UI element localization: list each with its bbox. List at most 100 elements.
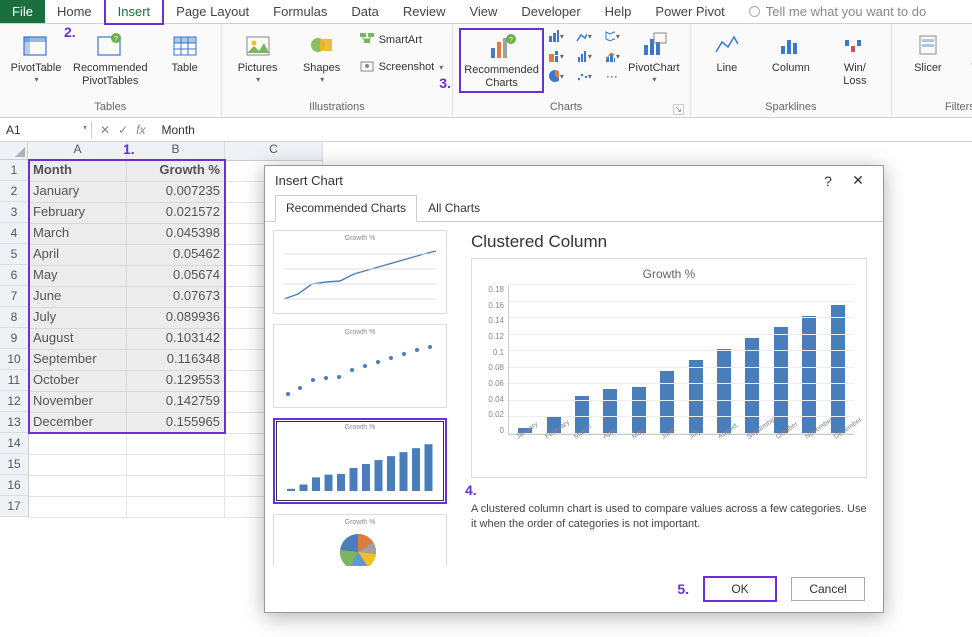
cell[interactable]: May [29,266,127,287]
sparkline-column-button[interactable]: Column [761,28,821,77]
row-header-7[interactable]: 7 [0,286,28,307]
recommended-charts-button[interactable]: ? Recommended Charts 3. [459,28,544,93]
cell[interactable] [127,497,225,518]
cell[interactable]: 0.045398 [127,224,225,245]
tell-me[interactable]: Tell me what you want to do [737,0,938,23]
chart-style-icon[interactable]: ··· [604,68,620,84]
cell[interactable]: January [29,182,127,203]
row-header-12[interactable]: 12 [0,391,28,412]
cell[interactable] [29,434,127,455]
row-header-5[interactable]: 5 [0,244,28,265]
column-chart-icon[interactable] [548,28,564,44]
row-header-1[interactable]: 1 [0,160,28,181]
formula-input[interactable]: Month [153,121,972,139]
tab-formulas[interactable]: Formulas [261,0,339,23]
dialog-close-button[interactable]: ✕ [843,172,873,189]
cell[interactable] [127,434,225,455]
tab-review[interactable]: Review [391,0,458,23]
row-header-6[interactable]: 6 [0,265,28,286]
col-header-A[interactable]: A [29,142,127,160]
line-chart-icon[interactable] [576,28,592,44]
cell[interactable]: February [29,203,127,224]
tab-developer[interactable]: Developer [509,0,592,23]
tab-home[interactable]: Home [45,0,104,23]
row-header-3[interactable]: 3 [0,202,28,223]
enter-formula-icon[interactable]: ✓ [118,123,128,137]
cell[interactable]: December [29,413,127,434]
row-header-9[interactable]: 9 [0,328,28,349]
cell[interactable]: 0.089936 [127,308,225,329]
pivotchart-button[interactable]: PivotChart [624,28,684,86]
cell[interactable]: 0.07673 [127,287,225,308]
tab-view[interactable]: View [457,0,509,23]
tab-insert[interactable]: Insert [104,0,165,25]
screenshot-button[interactable]: Screenshot [356,56,447,80]
col-header-C[interactable]: C [225,142,323,160]
tab-data[interactable]: Data [339,0,390,23]
smartart-button[interactable]: SmartArt [356,28,447,52]
combo-chart-icon[interactable] [604,48,620,64]
cell[interactable] [127,455,225,476]
cell[interactable]: 0.155965 [127,413,225,434]
cell[interactable]: September [29,350,127,371]
cell-header[interactable]: Growth % [127,161,225,182]
thumb-pie-chart[interactable]: Growth % [273,514,447,566]
row-header-15[interactable]: 15 [0,454,28,475]
fx-icon[interactable]: fx [136,123,145,137]
select-all-corner[interactable] [0,142,28,160]
cell[interactable]: 0.103142 [127,329,225,350]
thumb-scatter-chart[interactable]: Growth % [273,324,447,408]
cell[interactable]: October [29,371,127,392]
row-header-17[interactable]: 17 [0,496,28,517]
cancel-formula-icon[interactable]: ✕ [100,123,110,137]
pivottable-button[interactable]: PivotTable [6,28,66,86]
pie-chart-icon[interactable] [548,68,564,84]
row-header-14[interactable]: 14 [0,433,28,454]
charts-dialog-launcher[interactable]: ↘ [673,104,684,115]
tab-help[interactable]: Help [593,0,644,23]
row-header-2[interactable]: 2 [0,181,28,202]
dialog-help-button[interactable]: ? [813,173,843,189]
cancel-button[interactable]: Cancel [791,577,865,601]
tab-recommended-charts[interactable]: Recommended Charts [275,195,417,222]
scatter-chart-icon[interactable] [576,68,592,84]
cell[interactable]: August [29,329,127,350]
cell[interactable]: 0.007235 [127,182,225,203]
ok-button[interactable]: OK [703,576,777,602]
cell[interactable]: 0.129553 [127,371,225,392]
table-button[interactable]: Table [155,28,215,77]
cell[interactable] [29,455,127,476]
name-box[interactable]: A1 [0,121,92,139]
sparkline-winloss-button[interactable]: Win/ Loss [825,28,885,89]
recommended-pivottables-button[interactable]: ? Recommended PivotTables 2. [70,28,151,89]
hierarchy-chart-icon[interactable] [548,48,564,64]
map-chart-icon[interactable] [604,28,620,44]
sparkline-line-button[interactable]: Line [697,28,757,77]
cell[interactable]: July [29,308,127,329]
col-header-B[interactable]: B [127,142,225,160]
cell-header[interactable]: Month [29,161,127,182]
cell[interactable]: 0.116348 [127,350,225,371]
cell[interactable]: 0.05462 [127,245,225,266]
shapes-button[interactable]: Shapes [292,28,352,86]
cell[interactable]: 0.021572 [127,203,225,224]
thumb-clustered-column[interactable]: Growth % [273,418,447,504]
cell[interactable]: April [29,245,127,266]
tab-all-charts[interactable]: All Charts [417,195,491,221]
cell[interactable]: March [29,224,127,245]
row-header-16[interactable]: 16 [0,475,28,496]
cell[interactable]: November [29,392,127,413]
pictures-button[interactable]: Pictures [228,28,288,86]
cell[interactable] [29,476,127,497]
slicer-button[interactable]: Slicer [898,28,958,77]
row-header-11[interactable]: 11 [0,370,28,391]
row-header-13[interactable]: 13 [0,412,28,433]
cell[interactable]: 0.142759 [127,392,225,413]
row-header-8[interactable]: 8 [0,307,28,328]
tab-power-pivot[interactable]: Power Pivot [643,0,736,23]
cell[interactable] [29,497,127,518]
timeline-button[interactable]: Timeline [962,28,972,77]
tab-file[interactable]: File [0,0,45,23]
row-header-10[interactable]: 10 [0,349,28,370]
tab-page-layout[interactable]: Page Layout [164,0,261,23]
